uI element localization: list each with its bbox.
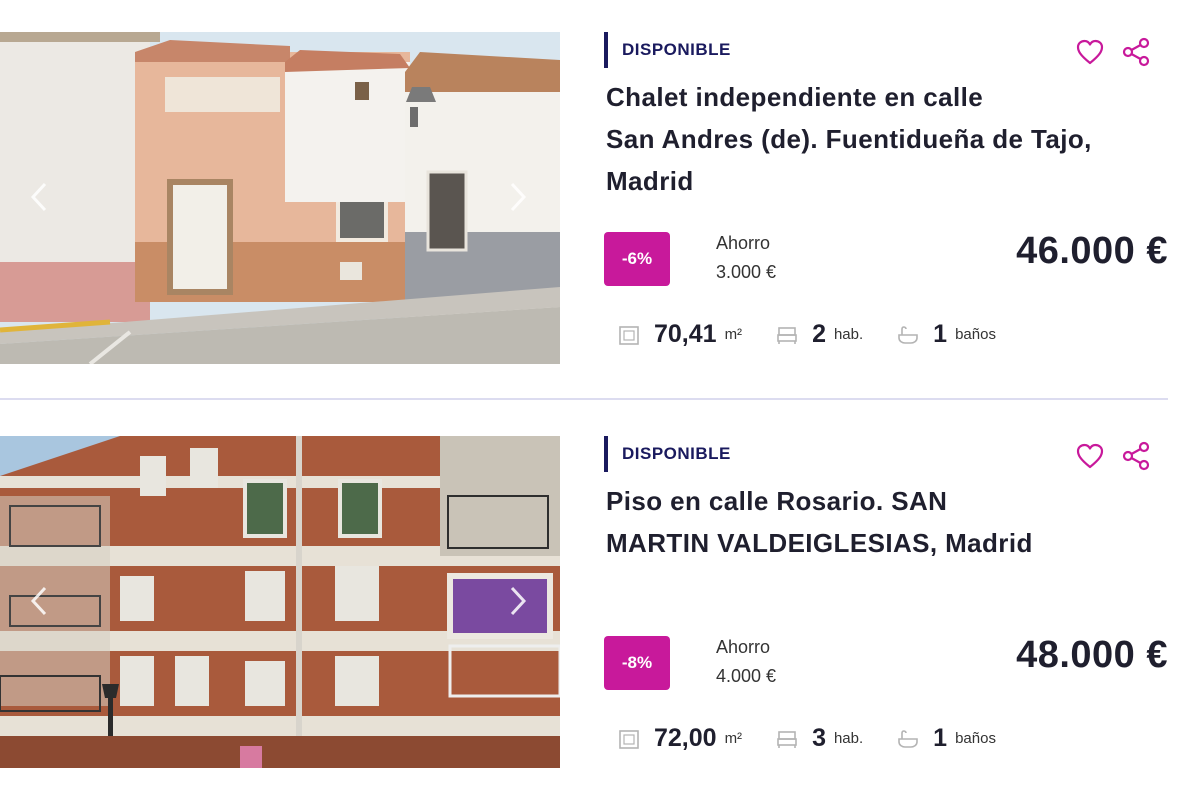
feature-baths: 1 baños [897, 320, 996, 349]
rooms-unit: hab. [833, 326, 864, 343]
title-line: Madrid [606, 166, 694, 196]
bed-icon [777, 326, 797, 344]
bathtub-icon [898, 325, 918, 344]
heart-icon[interactable] [1074, 36, 1106, 68]
listing-card[interactable]: DISPONIBLE Piso en calle Rosario. SAN MA… [0, 436, 1200, 768]
feature-area: 72,00 m² [618, 724, 742, 753]
chevron-left-icon[interactable] [24, 584, 54, 618]
title-line: San Andres (de). Fuentidueña de Tajo, [606, 124, 1092, 154]
listing-title[interactable]: Piso en calle Rosario. SAN MARTIN VALDEI… [606, 480, 1166, 564]
savings-label: Ahorro [716, 233, 771, 253]
rooms-value: 2 [812, 320, 826, 348]
feature-baths: 1 baños [897, 724, 996, 753]
savings: Ahorro 4.000 € [716, 633, 776, 691]
listing-actions [1074, 440, 1152, 472]
title-line: Chalet independiente en calle [606, 82, 984, 112]
area-value: 70,41 [654, 320, 717, 348]
chevron-right-icon[interactable] [503, 584, 533, 618]
savings-value: 3.000 € [716, 262, 777, 282]
feature-rooms: 3 hab. [776, 724, 863, 753]
chevron-right-icon[interactable] [503, 180, 533, 214]
area-unit: m² [724, 326, 743, 343]
heart-icon[interactable] [1074, 440, 1106, 472]
price: 48.000 € [1016, 634, 1168, 676]
status-badge: DISPONIBLE [604, 32, 731, 68]
savings: Ahorro 3.000 € [716, 229, 776, 287]
rooms-value: 3 [812, 724, 826, 752]
features: 70,41 m² 2 hab. 1 baños [618, 320, 1030, 349]
features: 72,00 m² 3 hab. 1 baños [618, 724, 1030, 753]
baths-unit: baños [955, 730, 996, 747]
title-line: MARTIN VALDEIGLESIAS, Madrid [606, 528, 1033, 558]
baths-value: 1 [933, 320, 948, 348]
rooms-unit: hab. [833, 730, 864, 747]
divider [0, 398, 1168, 400]
area-icon [619, 729, 639, 749]
discount-badge: -6% [604, 232, 670, 286]
listing-photo[interactable] [0, 436, 560, 768]
area-icon [619, 325, 639, 345]
bed-icon [777, 730, 797, 748]
listing-title[interactable]: Chalet independiente en calle San Andres… [606, 76, 1166, 202]
status-badge: DISPONIBLE [604, 436, 731, 472]
area-value: 72,00 [654, 724, 717, 752]
listing-actions [1074, 36, 1152, 68]
listing-photo[interactable] [0, 32, 560, 364]
listing-info: DISPONIBLE Chalet independiente en calle… [604, 32, 1174, 364]
share-icon[interactable] [1120, 440, 1152, 472]
title-line: Piso en calle Rosario. SAN [606, 486, 948, 516]
chevron-left-icon[interactable] [24, 180, 54, 214]
discount-badge: -8% [604, 636, 670, 690]
feature-rooms: 2 hab. [776, 320, 863, 349]
share-icon[interactable] [1120, 36, 1152, 68]
baths-value: 1 [933, 724, 948, 752]
savings-label: Ahorro [716, 637, 771, 657]
bathtub-icon [898, 729, 918, 748]
listing-card[interactable]: DISPONIBLE Chalet independiente en calle… [0, 32, 1200, 364]
baths-unit: baños [955, 326, 996, 343]
area-unit: m² [724, 730, 743, 747]
price: 46.000 € [1016, 230, 1168, 272]
feature-area: 70,41 m² [618, 320, 742, 349]
savings-value: 4.000 € [716, 666, 777, 686]
listing-info: DISPONIBLE Piso en calle Rosario. SAN MA… [604, 436, 1174, 768]
